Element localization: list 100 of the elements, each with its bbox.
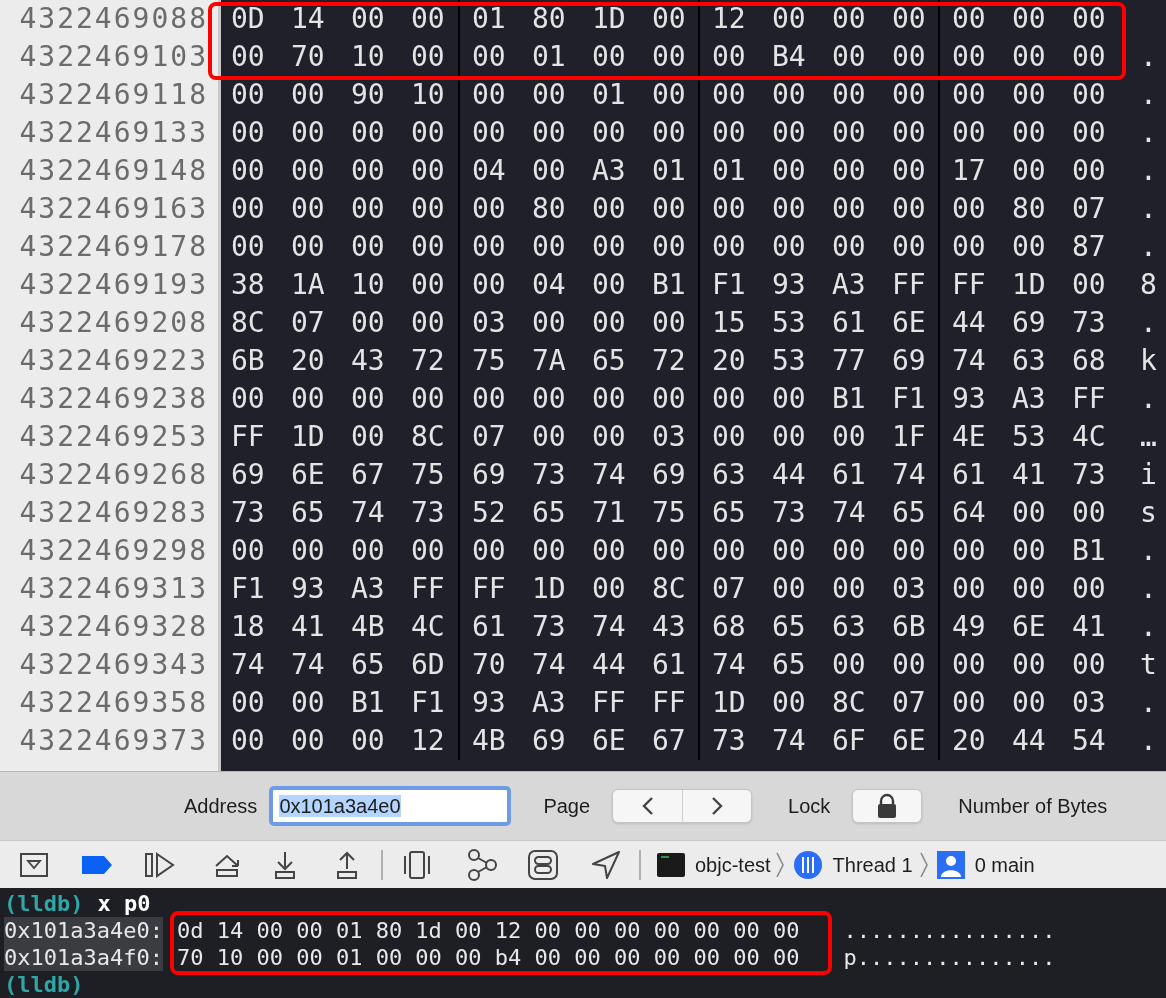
console-bytes: 0d 14 00 00 01 80 1d 00 12 00 00 00 00 00 00 00 <box>176 917 800 944</box>
hex-byte: 00 <box>532 306 566 339</box>
breakpoint-icon[interactable] <box>82 855 112 874</box>
user-frame-icon[interactable] <box>936 850 965 879</box>
hex-byte: 00 <box>712 420 746 453</box>
hex-byte: 00 <box>952 116 986 149</box>
hex-byte: 00 <box>231 230 265 263</box>
hex-byte: 0D <box>231 2 265 35</box>
hex-byte: 03 <box>472 306 506 339</box>
hex-byte: 49 <box>952 610 986 643</box>
hex-byte: 69 <box>532 724 566 757</box>
hex-byte: 8C <box>411 420 445 453</box>
hex-byte: 00 <box>892 116 926 149</box>
hide-panel-icon[interactable] <box>20 852 48 877</box>
ascii-text: . <box>1139 723 1157 759</box>
hex-byte: 00 <box>231 154 265 187</box>
hex-byte: 00 <box>1012 40 1046 73</box>
hex-byte: 00 <box>892 40 926 73</box>
stack-frame-name[interactable]: 0 main <box>974 849 1035 880</box>
hex-byte: 1F <box>892 420 926 453</box>
hex-byte: 00 <box>351 724 385 757</box>
hex-byte: B1 <box>1072 534 1106 567</box>
hex-byte: 53 <box>772 306 806 339</box>
hex-byte: 00 <box>592 534 626 567</box>
hex-byte: 00 <box>472 230 506 263</box>
chevron-right-icon <box>774 850 785 879</box>
toggle-switches-icon[interactable] <box>528 849 558 880</box>
hex-byte: 6E <box>892 724 926 757</box>
hex-byte: 69 <box>472 458 506 491</box>
ascii-text: t <box>1139 647 1157 683</box>
process-name[interactable]: objc-test <box>695 849 771 880</box>
hex-byte: 00 <box>592 572 626 605</box>
hex-byte: 00 <box>351 2 385 35</box>
ascii-text: . <box>1139 77 1157 113</box>
hex-byte: 74 <box>832 496 866 529</box>
hex-byte: 00 <box>832 230 866 263</box>
hex-byte: 00 <box>652 2 686 35</box>
chevron-right-icon <box>711 795 724 816</box>
step-into-icon[interactable] <box>273 850 297 879</box>
location-arrow-icon[interactable] <box>591 849 621 880</box>
hex-byte: 69 <box>892 344 926 377</box>
hex-byte: 00 <box>1072 40 1106 73</box>
continue-icon[interactable] <box>145 851 175 878</box>
hex-byte: 1D <box>532 572 566 605</box>
hex-byte: 6E <box>892 306 926 339</box>
hex-byte: 65 <box>892 496 926 529</box>
hex-byte: A3 <box>351 572 385 605</box>
hex-byte: 00 <box>712 534 746 567</box>
hex-byte: B1 <box>652 268 686 301</box>
hex-byte: 00 <box>652 382 686 415</box>
hex-byte: 10 <box>351 268 385 301</box>
hex-byte: 00 <box>892 534 926 567</box>
address-label: 4322469298 <box>0 532 221 570</box>
hex-byte: 80 <box>532 2 566 35</box>
hex-byte: 74 <box>892 458 926 491</box>
hex-byte: 43 <box>652 610 686 643</box>
hex-byte: 74 <box>231 648 265 681</box>
hex-byte: 00 <box>772 230 806 263</box>
hex-byte: F1 <box>231 572 265 605</box>
address-label: 4322469103 <box>0 38 221 76</box>
hex-byte: 00 <box>1012 686 1046 719</box>
hex-byte: 44 <box>1012 724 1046 757</box>
hex-byte: 00 <box>772 572 806 605</box>
hex-byte: 00 <box>351 420 385 453</box>
view-hierarchy-icon[interactable] <box>403 850 431 879</box>
hex-byte: 00 <box>1072 496 1106 529</box>
hex-byte: 00 <box>291 154 325 187</box>
hex-byte: 4C <box>1072 420 1106 453</box>
address-label: 4322469118 <box>0 76 221 114</box>
address-field[interactable]: 0x101a3a4e0 <box>269 785 512 826</box>
memory-graph-icon[interactable] <box>466 848 498 881</box>
lock-button[interactable] <box>852 788 923 823</box>
hex-byte: 44 <box>592 648 626 681</box>
hex-byte: 00 <box>1012 572 1046 605</box>
hex-byte: 00 <box>832 534 866 567</box>
step-out-icon[interactable] <box>335 850 359 879</box>
thread-icon[interactable] <box>792 849 823 880</box>
hex-byte: FF <box>1072 382 1106 415</box>
hex-byte: 61 <box>952 458 986 491</box>
hex-byte: 1D <box>712 686 746 719</box>
hex-byte: 00 <box>772 382 806 415</box>
hex-byte: 93 <box>952 382 986 415</box>
console-ascii: p............... <box>843 944 1056 971</box>
hex-byte: 53 <box>1012 420 1046 453</box>
hex-byte: 10 <box>351 40 385 73</box>
hex-byte: 00 <box>411 230 445 263</box>
hex-byte: 15 <box>712 306 746 339</box>
hex-byte: 00 <box>772 78 806 111</box>
hex-byte: A3 <box>592 154 626 187</box>
address-value: 0x101a3a4e0 <box>279 794 401 817</box>
hex-byte: 00 <box>652 192 686 225</box>
ascii-text: k <box>1139 343 1157 379</box>
hex-byte: 00 <box>291 382 325 415</box>
number-of-bytes-label: Number of Bytes <box>958 793 1108 819</box>
console-ascii: ................ <box>843 917 1056 944</box>
terminal-app-icon[interactable] <box>657 852 685 877</box>
ascii-text: . <box>1139 609 1157 645</box>
hex-byte: 00 <box>351 382 385 415</box>
thread-name[interactable]: Thread 1 <box>832 849 913 880</box>
hex-byte: 00 <box>712 116 746 149</box>
